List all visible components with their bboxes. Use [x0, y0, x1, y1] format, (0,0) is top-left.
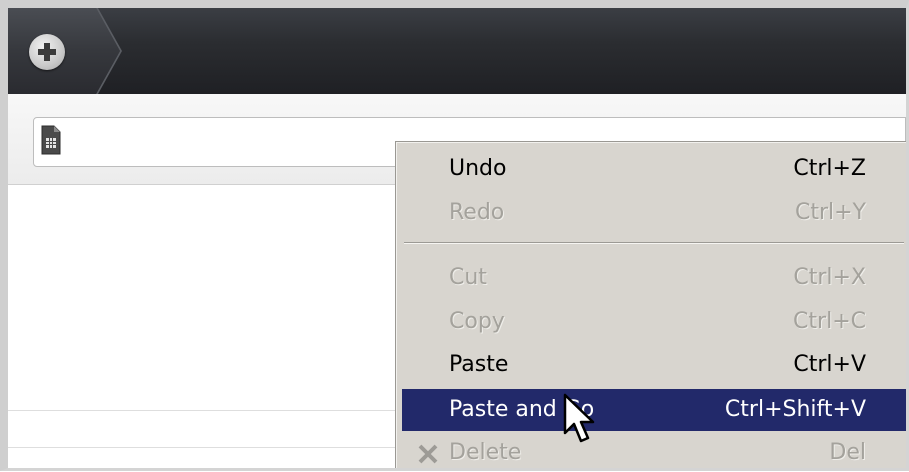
menu-item-paste-and-go[interactable]: Paste and Go Ctrl+Shift+V	[402, 389, 906, 431]
delete-x-icon	[418, 444, 438, 464]
menu-item-shortcut: Ctrl+Y	[794, 200, 866, 225]
menu-item-label: Delete	[449, 440, 522, 465]
menu-item-shortcut: Ctrl+C	[793, 309, 866, 334]
menu-item-undo[interactable]: Undo Ctrl+Z	[402, 150, 906, 188]
menu-item-label: Undo	[449, 156, 507, 181]
menu-item-delete[interactable]: Delete Del	[402, 434, 906, 472]
menu-item-cut[interactable]: Cut Ctrl+X	[402, 259, 906, 297]
mouse-cursor-icon	[563, 393, 595, 443]
menu-item-paste[interactable]: Paste Ctrl+V	[402, 346, 906, 384]
divider	[8, 410, 398, 411]
context-menu: Undo Ctrl+Z Redo Ctrl+Y Cut Ctrl+X Copy …	[395, 141, 909, 471]
menu-item-copy[interactable]: Copy Ctrl+C	[402, 303, 906, 341]
menu-item-label: Paste	[449, 352, 509, 377]
document-icon	[41, 125, 61, 155]
tab-strip	[8, 8, 906, 94]
menu-item-redo[interactable]: Redo Ctrl+Y	[402, 194, 906, 232]
menu-item-shortcut: Ctrl+Shift+V	[724, 397, 866, 422]
plus-circle-icon[interactable]	[29, 34, 65, 70]
menu-item-label: Copy	[449, 309, 505, 334]
menu-separator	[404, 242, 904, 244]
menu-item-shortcut: Del	[829, 440, 866, 465]
menu-item-shortcut: Ctrl+X	[793, 265, 866, 290]
menu-item-label: Redo	[449, 200, 505, 225]
menu-item-shortcut: Ctrl+V	[793, 352, 866, 377]
menu-item-label: Cut	[449, 265, 487, 290]
divider	[8, 447, 398, 448]
menu-item-shortcut: Ctrl+Z	[793, 156, 866, 181]
